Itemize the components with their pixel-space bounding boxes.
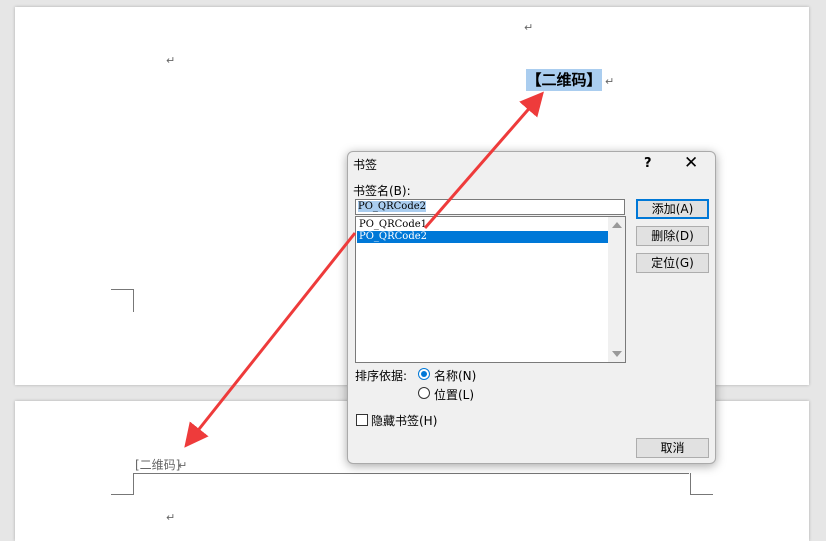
hidden-bookmarks-checkbox[interactable]	[356, 414, 368, 426]
add-button[interactable]: 添加(A)	[636, 199, 709, 219]
scroll-up-icon[interactable]	[612, 222, 622, 228]
paragraph-mark: ↵	[166, 54, 176, 67]
sort-by-location-radio[interactable]	[418, 387, 430, 399]
scrollbar[interactable]	[608, 217, 625, 362]
dialog-title: 书签	[353, 158, 378, 172]
scroll-down-icon[interactable]	[612, 351, 622, 357]
list-item[interactable]: PO_QRCode1	[357, 219, 610, 231]
paragraph-mark: ↵	[166, 511, 176, 524]
close-icon[interactable]: ✕	[684, 153, 698, 173]
sort-by-location-label[interactable]: 位置(L)	[434, 386, 474, 403]
bookmark-list[interactable]: PO_QRCode1 PO_QRCode2	[355, 216, 626, 363]
help-icon[interactable]: ?	[644, 156, 652, 171]
goto-button[interactable]: 定位(G)	[636, 253, 709, 273]
sort-by-label: 排序依据:	[355, 369, 408, 383]
qr-placeholder-bottom[interactable]: [二维码]	[135, 459, 180, 472]
header-separator-line	[134, 473, 689, 474]
paragraph-mark: ↵	[178, 459, 188, 472]
page-margin-corner	[111, 289, 134, 312]
sort-by-name-radio[interactable]	[418, 368, 430, 380]
page-margin-corner	[690, 473, 713, 495]
delete-button[interactable]: 删除(D)	[636, 226, 709, 246]
bookmark-name-input[interactable]: PO_QRCode2	[355, 199, 625, 215]
sort-by-name-label[interactable]: 名称(N)	[434, 367, 476, 384]
list-item-selected[interactable]: PO_QRCode2	[357, 231, 610, 243]
paragraph-mark: ↵	[524, 21, 534, 34]
paragraph-mark: ↵	[605, 75, 615, 88]
hidden-bookmarks-label[interactable]: 隐藏书签(H)	[371, 412, 437, 429]
bookmark-dialog: 书签 ? ✕ 书签名(B): PO_QRCode2 PO_QRCode1 PO_…	[347, 151, 716, 464]
page-margin-corner	[111, 473, 134, 495]
qr-placeholder-highlighted[interactable]: 【二维码】	[526, 69, 602, 91]
bookmark-name-label: 书签名(B):	[353, 184, 411, 198]
cancel-button[interactable]: 取消	[636, 438, 709, 458]
bookmark-name-value: PO_QRCode2	[358, 201, 427, 212]
